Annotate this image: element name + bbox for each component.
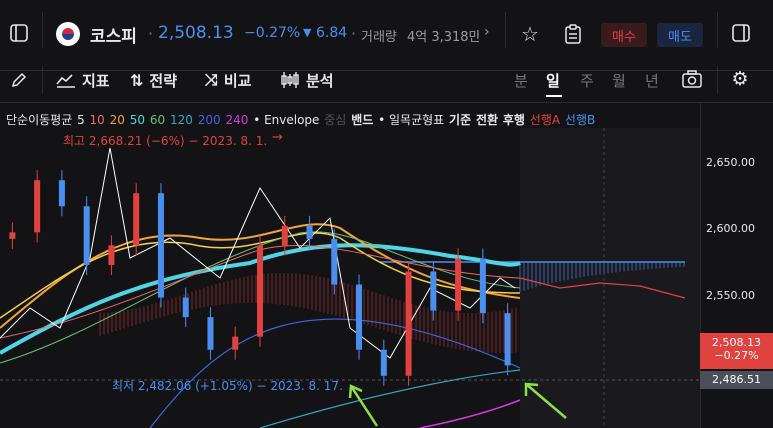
ichimoku-label: • 일목균형표 (378, 113, 445, 127)
strategy-label: 전략 (149, 71, 178, 90)
candle-body (455, 258, 462, 311)
down-arrow-icon: ▼ (303, 26, 312, 39)
compare-button[interactable]: ⤨ 비교 (205, 70, 251, 90)
conversion-label: 전환 (475, 113, 499, 127)
ma240-line (419, 399, 521, 428)
divider (505, 12, 506, 48)
dot-separator: · (148, 24, 154, 43)
indicator-icon (56, 74, 75, 88)
period-day-underline (546, 95, 562, 97)
chevron-right-icon[interactable]: › (484, 24, 490, 40)
divider (42, 12, 43, 48)
compare-label: 비교 (223, 71, 252, 90)
gear-icon[interactable]: ⚙ (729, 68, 751, 90)
leadB-label: 선행B (564, 113, 596, 127)
volume-value: 4억 3,318만 (407, 30, 479, 45)
pen-icon[interactable] (8, 70, 30, 90)
period-minute[interactable]: 분 (514, 70, 528, 91)
badge-price: 2,508.13 (712, 336, 761, 349)
change-percent: −0.27% (244, 25, 301, 41)
candle-body (232, 336, 239, 350)
candle-body (356, 284, 363, 350)
candle-body (281, 225, 288, 246)
clipboard-icon[interactable] (561, 22, 585, 46)
sma-label: 단순이동평균 (6, 113, 73, 127)
candle-body (430, 271, 437, 311)
divider (42, 66, 43, 94)
sort-icon: ⇅ (130, 70, 144, 90)
sell-button[interactable]: 매도 (657, 23, 703, 47)
ma60-label: 60 (149, 113, 166, 127)
korea-flag-icon (56, 22, 80, 46)
ma10-label: 10 (89, 113, 105, 127)
candle-body (257, 245, 263, 337)
period-day[interactable]: 일 (546, 70, 560, 91)
indicator-legend[interactable]: 단순이동평균 5 10 20 50 60 120 200 240 • Envel… (6, 111, 596, 128)
period-year[interactable]: 년 (645, 70, 659, 91)
current-price-badge: 2,508.13 −0.27% (700, 333, 773, 369)
candle-body (405, 271, 412, 376)
ma240-label: 240 (225, 113, 249, 127)
green-arrow-left (348, 384, 379, 427)
ma120-label: 120 (169, 113, 193, 127)
candle-body (9, 232, 16, 239)
analysis-button[interactable]: 분석 (280, 70, 334, 90)
crosshair-price-badge: 2,486.51 (700, 371, 773, 389)
camera-icon[interactable] (680, 68, 704, 90)
envelope-label: • Envelope (253, 113, 320, 127)
period-week[interactable]: 주 (580, 70, 594, 91)
base-label: 기준 (449, 113, 472, 127)
analysis-label: 분석 (306, 71, 334, 90)
buy-button[interactable]: 매수 (601, 23, 647, 47)
change-amount: 6.84 (316, 25, 348, 41)
candle-body (157, 193, 164, 298)
lagging-label: 후행 (502, 113, 525, 127)
axis-tick: 2,650.00 (706, 156, 755, 169)
strategy-button[interactable]: ⇅ 전략 (130, 70, 177, 90)
green-arrow-right (524, 382, 567, 419)
candle-body (479, 258, 486, 314)
candle-body (133, 193, 140, 246)
candles-icon (281, 72, 299, 88)
panel-toggle-icon[interactable] (730, 22, 752, 44)
axis-tick: 2,600.00 (706, 222, 755, 235)
star-icon[interactable]: ☆ (518, 22, 542, 46)
ma20-label: 20 (109, 113, 125, 127)
shuffle-icon: ⤨ (205, 70, 218, 89)
ma200-label: 200 (197, 113, 221, 127)
candle-body (504, 313, 511, 366)
divider (717, 66, 718, 94)
badge-change: −0.27% (714, 349, 759, 362)
stock-name[interactable]: 코스피 (90, 22, 137, 47)
candle-body (182, 297, 189, 318)
indicator-button[interactable]: 지표 (56, 70, 110, 90)
divider (717, 12, 718, 48)
sidebar-toggle-icon[interactable] (8, 22, 30, 44)
candle-body (207, 317, 214, 350)
low-annotation: 최저 2,482.06 (+1.05%) − 2023. 8. 17. (112, 379, 343, 393)
candle-body (380, 349, 387, 376)
candle-body (58, 180, 65, 207)
candle-body (34, 180, 41, 233)
band-label: 밴드 (351, 113, 374, 127)
candle-body (108, 245, 115, 265)
ma5-label: 5 (77, 113, 85, 127)
period-month[interactable]: 월 (612, 70, 626, 91)
indicator-label: 지표 (82, 71, 110, 90)
leadA-label: 선행A (529, 113, 561, 127)
current-price: 2,508.13 (158, 23, 234, 43)
candle-body (83, 206, 90, 265)
dot-separator-2: · (351, 24, 357, 43)
envelope-mid-label: 중심 (324, 113, 347, 127)
candle-body (331, 238, 338, 285)
axis-tick: 2,550.00 (706, 289, 755, 302)
candle-body (306, 225, 313, 239)
ma50-label: 50 (129, 113, 146, 127)
volume-label: 거래량 (361, 30, 397, 45)
